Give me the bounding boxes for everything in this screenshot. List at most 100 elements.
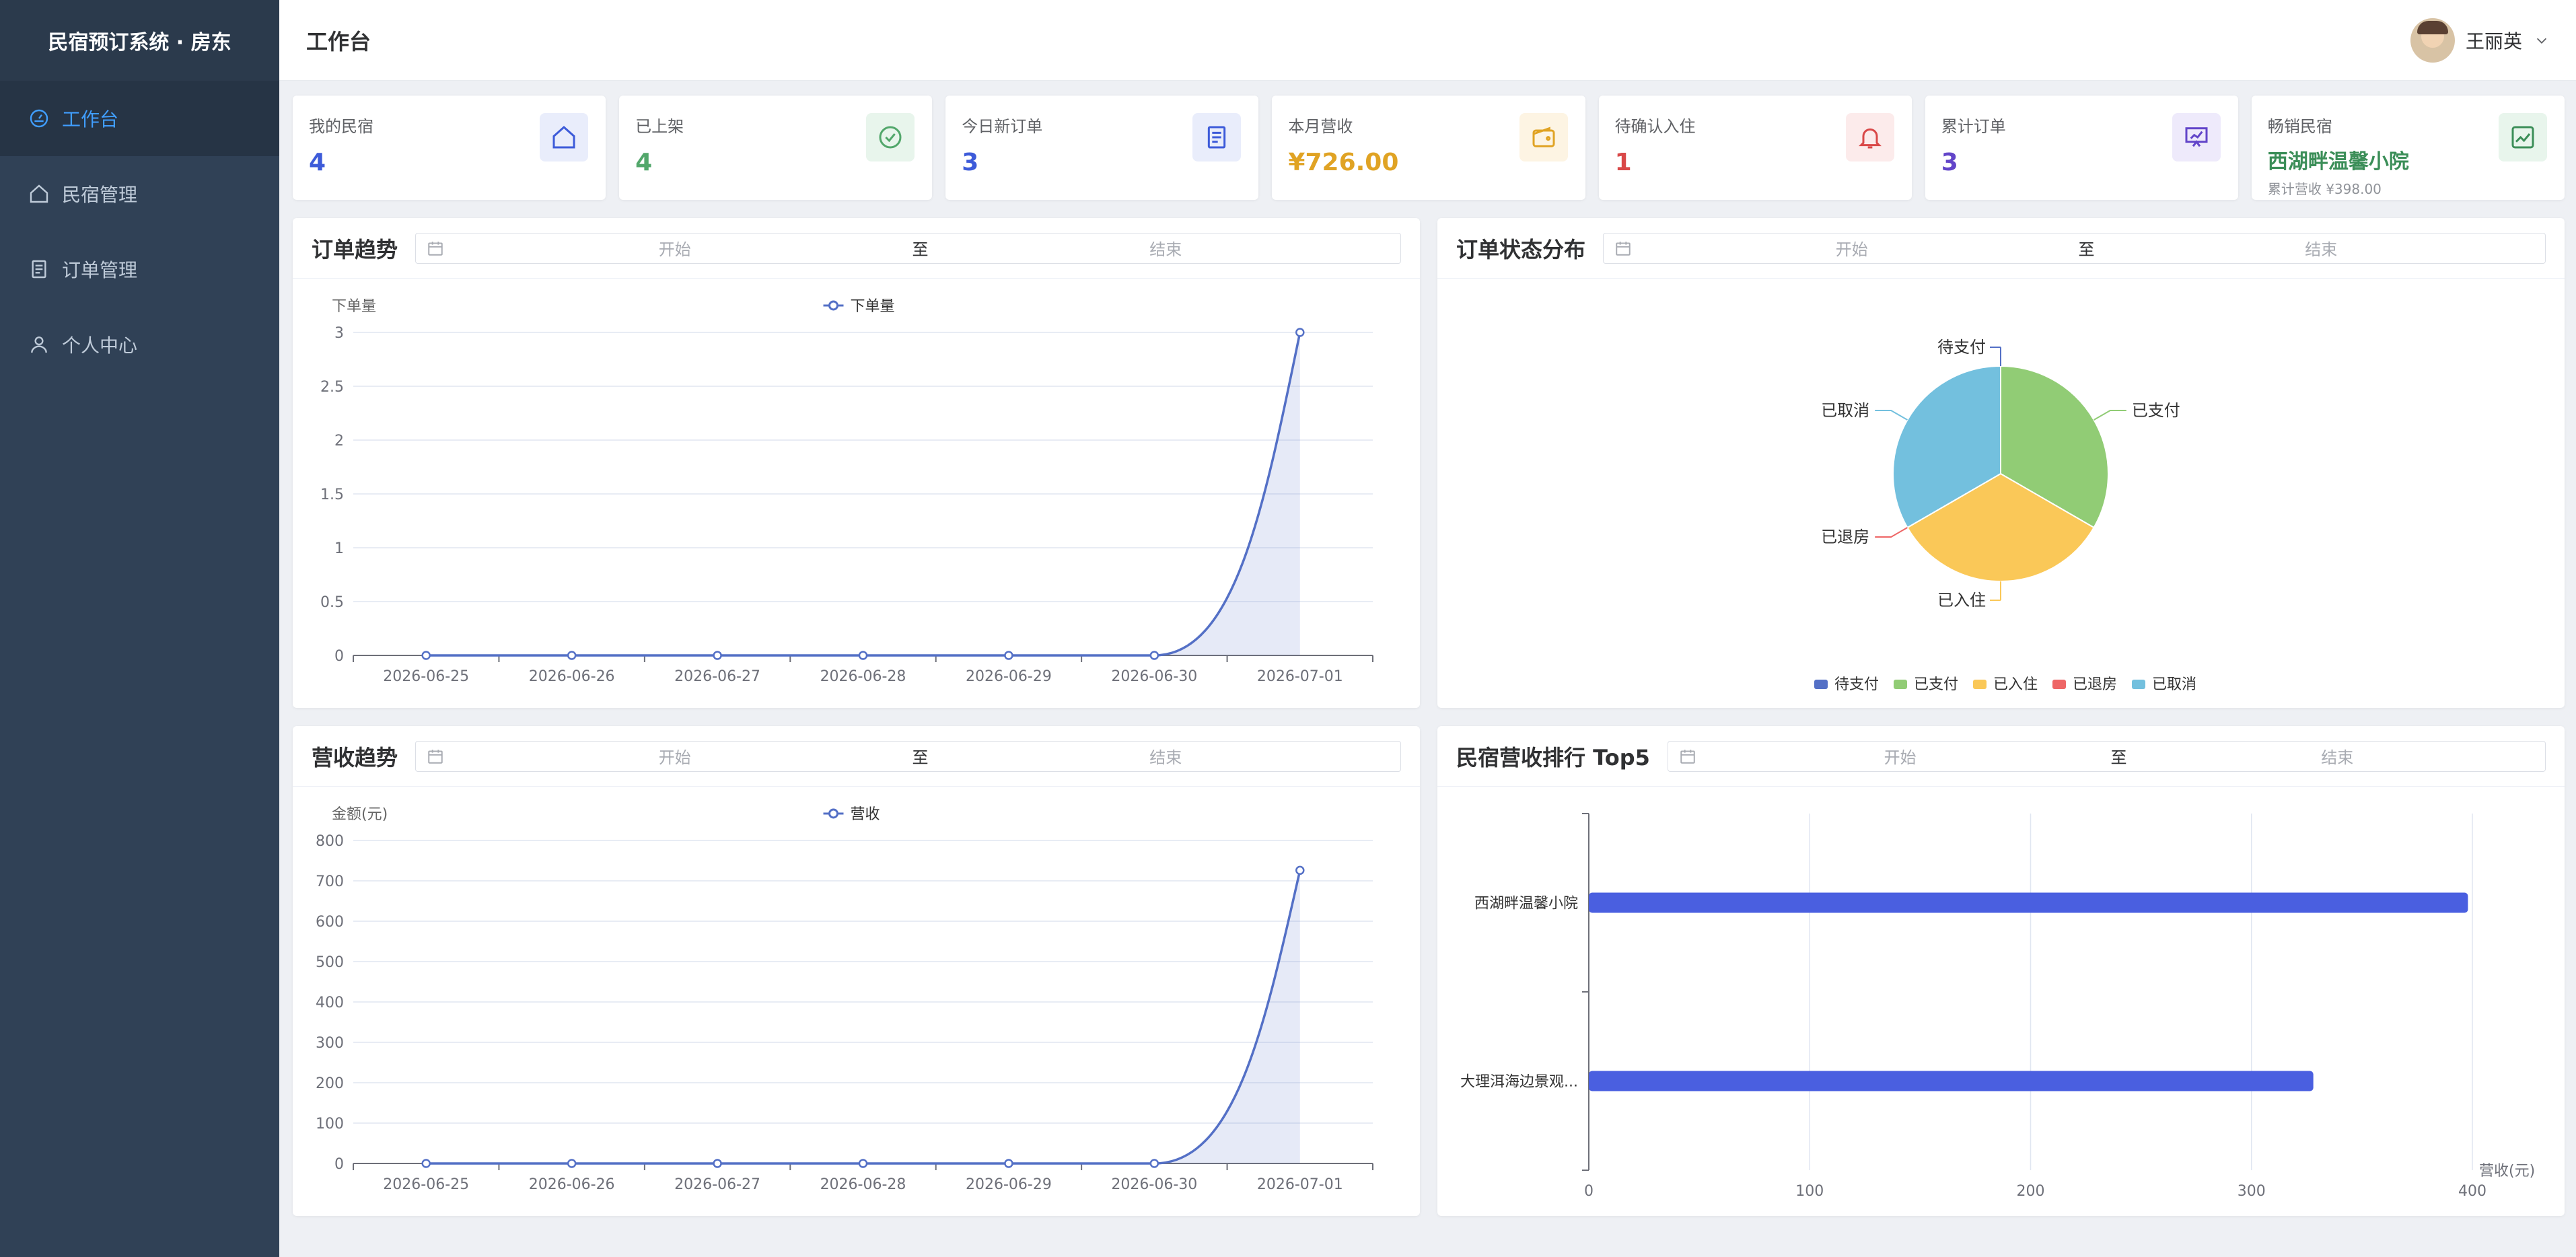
sidebar-item-label: 个人中心 bbox=[62, 334, 138, 357]
x-tick-label: 2026-06-30 bbox=[1111, 1176, 1197, 1193]
x-tick-label: 400 bbox=[2458, 1183, 2486, 1200]
date-range-picker[interactable]: 开始 至 结束 bbox=[415, 740, 1401, 772]
range-end-input[interactable]: 结束 bbox=[942, 236, 1390, 260]
legend-swatch bbox=[2132, 680, 2145, 689]
chevron-down-icon bbox=[2536, 38, 2547, 44]
pie-label: 已退房 bbox=[1821, 528, 1869, 546]
stat-card-monthly-revenue: 本月营收 ¥726.00 bbox=[1272, 96, 1585, 200]
x-tick-label: 2026-06-25 bbox=[383, 668, 469, 685]
date-range-picker[interactable]: 开始 至 结束 bbox=[415, 232, 1401, 264]
data-point bbox=[713, 651, 722, 660]
series-line bbox=[426, 870, 1301, 1165]
data-point bbox=[1295, 865, 1305, 875]
legend-label: 已退房 bbox=[2073, 676, 2117, 693]
check-circle-icon bbox=[866, 113, 915, 161]
y-tick-label: 西湖畔温馨小院 bbox=[1474, 896, 1578, 912]
status-pie-chart: 待支付已支付已入住已退房已取消待支付 已支付 已入住 已退房 已取消 bbox=[1814, 338, 2196, 693]
x-tick-label: 2026-06-28 bbox=[820, 668, 906, 685]
range-start-input[interactable]: 开始 bbox=[451, 236, 899, 260]
y-tick-label: 0.5 bbox=[320, 594, 344, 611]
user-menu[interactable]: 王丽英 bbox=[2410, 17, 2549, 63]
panel-status-distribution: 订单状态分布 开始 至 结束 待支付 已支付 已入住 已退房 已取消 待支付 已支付 已入住已… bbox=[1437, 218, 2565, 708]
top-header: 工作台 王丽英 bbox=[279, 0, 2576, 81]
range-start-input[interactable]: 开始 bbox=[1703, 744, 2098, 768]
sidebar-item-label: 工作台 bbox=[62, 108, 119, 131]
app-title: 民宿预订系统 · 房东 bbox=[0, 0, 279, 81]
x-axis-label: 营收(元) bbox=[2479, 1163, 2535, 1180]
legend-label: 已支付 bbox=[1914, 676, 1958, 693]
legend-swatch bbox=[1973, 680, 1987, 689]
home-icon bbox=[30, 184, 48, 203]
y-tick-label: 1.5 bbox=[320, 487, 344, 503]
panel-revenue-trend: 营收趋势 开始 至 结束 营收 金额(元) 0 100 200 300 400 500 600 7… bbox=[293, 726, 1420, 1216]
x-tick-label: 2026-06-28 bbox=[820, 1176, 906, 1193]
avatar bbox=[2410, 17, 2455, 63]
x-tick-label: 2026-07-01 bbox=[1257, 1176, 1343, 1193]
data-point bbox=[858, 1159, 868, 1168]
sidebar-item-homestay[interactable]: 民宿管理 bbox=[0, 156, 279, 231]
date-range-picker[interactable]: 开始 至 结束 bbox=[1603, 232, 2546, 264]
order-trend-chart: 下单量 下单量 0 0.5 1 1.5 2 2.5 3 2026-06-25 2026-06-26 2… bbox=[320, 298, 1373, 685]
sidebar-item-label: 订单管理 bbox=[62, 259, 138, 281]
range-start-input[interactable]: 开始 bbox=[1639, 236, 2065, 260]
y-tick-label: 300 bbox=[316, 1035, 344, 1052]
panel-header: 订单趋势 开始 至 结束 bbox=[293, 218, 1420, 279]
panel-header: 民宿营收排行 Top5 开始 至 结束 bbox=[1437, 726, 2565, 787]
range-start-input[interactable]: 开始 bbox=[451, 744, 899, 768]
y-tick-label: 3 bbox=[334, 325, 344, 342]
range-separator: 至 bbox=[2110, 748, 2127, 767]
stat-card-pending-checkin: 待确认入住 1 bbox=[1598, 96, 1912, 200]
range-end-input[interactable]: 结束 bbox=[2140, 744, 2534, 768]
y-tick-label: 500 bbox=[316, 954, 344, 971]
series-area bbox=[426, 870, 1300, 1163]
range-end-input[interactable]: 结束 bbox=[942, 744, 1390, 768]
y-tick-label: 0 bbox=[334, 1156, 344, 1173]
x-tick-label: 2026-06-27 bbox=[674, 668, 760, 685]
trend-icon bbox=[2498, 113, 2547, 161]
legend-marker bbox=[828, 300, 838, 311]
legend-swatch bbox=[1894, 680, 1907, 689]
stat-card-listed: 已上架 4 bbox=[619, 96, 933, 200]
y-tick-label: 2.5 bbox=[320, 379, 344, 396]
data-point bbox=[421, 651, 431, 660]
sidebar: 民宿预订系统 · 房东 工作台 民宿管理 订单管理 个人中心 bbox=[0, 0, 279, 1257]
pie-label: 已支付 bbox=[2132, 401, 2180, 420]
panel-title: 订单趋势 bbox=[312, 236, 398, 262]
legend-label: 下单量 bbox=[851, 298, 895, 315]
legend-label: 待支付 bbox=[1834, 676, 1879, 693]
calendar-icon bbox=[1680, 749, 1695, 764]
sidebar-item-orders[interactable]: 订单管理 bbox=[0, 231, 279, 307]
data-point bbox=[1149, 1159, 1159, 1168]
sidebar-item-profile[interactable]: 个人中心 bbox=[0, 307, 279, 382]
page-title: 工作台 bbox=[306, 28, 371, 55]
date-range-picker[interactable]: 开始 至 结束 bbox=[1667, 740, 2546, 772]
data-point bbox=[567, 1159, 577, 1168]
pie-leader bbox=[1875, 527, 1908, 538]
data-point bbox=[713, 1159, 722, 1168]
legend-swatch bbox=[2052, 680, 2066, 689]
x-tick-label: 200 bbox=[2017, 1183, 2045, 1200]
range-separator: 至 bbox=[912, 748, 929, 767]
range-separator: 至 bbox=[2078, 240, 2095, 259]
stat-card-total-orders: 累计订单 3 bbox=[1925, 96, 2238, 200]
legend-label: 已取消 bbox=[2152, 676, 2196, 693]
stat-sub: 累计营收 ¥398.00 bbox=[2267, 181, 2382, 197]
wallet-icon bbox=[1519, 113, 1568, 161]
legend-swatch bbox=[1814, 680, 1828, 689]
legend-marker bbox=[828, 808, 838, 819]
x-tick-label: 2026-06-29 bbox=[966, 1176, 1052, 1193]
y-tick-label: 400 bbox=[316, 995, 344, 1011]
x-tick-label: 2026-06-27 bbox=[674, 1176, 760, 1193]
x-tick-label: 2026-06-25 bbox=[383, 1176, 469, 1193]
y-tick-label: 800 bbox=[316, 833, 344, 850]
bell-icon bbox=[1845, 113, 1894, 161]
range-end-input[interactable]: 结束 bbox=[2108, 236, 2535, 260]
legend-label: 已入住 bbox=[1993, 676, 2038, 693]
data-point bbox=[1149, 651, 1159, 660]
y-tick-label: 0 bbox=[334, 648, 344, 665]
panel-title: 民宿营收排行 Top5 bbox=[1456, 744, 1650, 770]
sidebar-item-dashboard[interactable]: 工作台 bbox=[0, 81, 279, 156]
x-tick-label: 2026-07-01 bbox=[1257, 668, 1343, 685]
x-tick-label: 300 bbox=[2238, 1183, 2266, 1200]
user-icon bbox=[31, 336, 47, 353]
